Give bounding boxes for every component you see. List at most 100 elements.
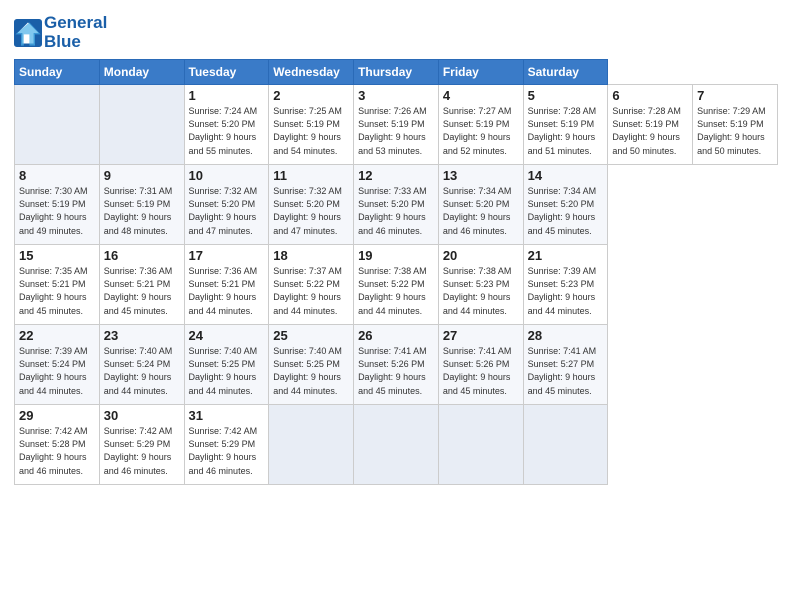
calendar-cell: 2Sunrise: 7:25 AMSunset: 5:19 PMDaylight… [269, 85, 354, 165]
calendar-cell [438, 405, 523, 485]
calendar-cell [269, 405, 354, 485]
day-number: 20 [443, 248, 519, 263]
day-number: 31 [189, 408, 265, 423]
day-info: Sunrise: 7:36 AMSunset: 5:21 PMDaylight:… [104, 265, 180, 317]
day-info: Sunrise: 7:38 AMSunset: 5:22 PMDaylight:… [358, 265, 434, 317]
day-info: Sunrise: 7:42 AMSunset: 5:29 PMDaylight:… [104, 425, 180, 477]
day-info: Sunrise: 7:35 AMSunset: 5:21 PMDaylight:… [19, 265, 95, 317]
day-number: 26 [358, 328, 434, 343]
day-number: 4 [443, 88, 519, 103]
day-info: Sunrise: 7:38 AMSunset: 5:23 PMDaylight:… [443, 265, 519, 317]
calendar-cell: 18 Sunrise: 7:37 AMSunset: 5:22 PMDayligh… [269, 245, 354, 325]
empty-cell [15, 85, 100, 165]
calendar-cell: 3 Sunrise: 7:26 AMSunset: 5:19 PMDaylight… [354, 85, 439, 165]
calendar-cell [354, 405, 439, 485]
day-info: Sunrise: 7:27 AMSunset: 5:19 PMDaylight:… [443, 105, 519, 157]
day-info: Sunrise: 7:34 AMSunset: 5:20 PMDaylight:… [528, 185, 604, 237]
day-number: 23 [104, 328, 180, 343]
calendar-cell: 15 Sunrise: 7:35 AMSunset: 5:21 PMDayligh… [15, 245, 100, 325]
day-info: Sunrise: 7:28 AMSunset: 5:19 PMDaylight:… [612, 105, 688, 157]
calendar-cell: 11 Sunrise: 7:32 AMSunset: 5:20 PMDayligh… [269, 165, 354, 245]
calendar-cell: 12 Sunrise: 7:33 AMSunset: 5:20 PMDayligh… [354, 165, 439, 245]
day-number: 24 [189, 328, 265, 343]
day-info: Sunrise: 7:32 AMSunset: 5:20 PMDaylight:… [273, 185, 349, 237]
calendar-cell: 8Sunrise: 7:30 AMSunset: 5:19 PMDaylight… [15, 165, 100, 245]
day-number: 28 [528, 328, 604, 343]
weekday-header: Thursday [354, 60, 439, 85]
day-info: Sunrise: 7:33 AMSunset: 5:20 PMDaylight:… [358, 185, 434, 237]
day-number: 15 [19, 248, 95, 263]
day-number: 27 [443, 328, 519, 343]
day-info: Sunrise: 7:40 AMSunset: 5:24 PMDaylight:… [104, 345, 180, 397]
calendar-cell: 29Sunrise: 7:42 AMSunset: 5:28 PMDayligh… [15, 405, 100, 485]
day-number: 19 [358, 248, 434, 263]
day-info: Sunrise: 7:31 AMSunset: 5:19 PMDaylight:… [104, 185, 180, 237]
calendar-week-row: 22 Sunrise: 7:39 AMSunset: 5:24 PMDayligh… [15, 325, 778, 405]
calendar-cell: 24Sunrise: 7:40 AMSunset: 5:25 PMDayligh… [184, 325, 269, 405]
day-info: Sunrise: 7:26 AMSunset: 5:19 PMDaylight:… [358, 105, 434, 157]
day-number: 12 [358, 168, 434, 183]
calendar-body: 1Sunrise: 7:24 AMSunset: 5:20 PMDaylight… [15, 85, 778, 485]
empty-cell [99, 85, 184, 165]
calendar-cell: 21 Sunrise: 7:39 AMSunset: 5:23 PMDayligh… [523, 245, 608, 325]
day-number: 21 [528, 248, 604, 263]
day-number: 6 [612, 88, 688, 103]
calendar-cell: 19 Sunrise: 7:38 AMSunset: 5:22 PMDayligh… [354, 245, 439, 325]
weekday-header: Friday [438, 60, 523, 85]
calendar-container: General Blue SundayMondayTuesdayWednesda… [0, 0, 792, 495]
day-info: Sunrise: 7:41 AMSunset: 5:26 PMDaylight:… [358, 345, 434, 397]
day-number: 25 [273, 328, 349, 343]
day-number: 29 [19, 408, 95, 423]
day-info: Sunrise: 7:41 AMSunset: 5:27 PMDaylight:… [528, 345, 604, 397]
calendar-cell: 13Sunrise: 7:34 AMSunset: 5:20 PMDayligh… [438, 165, 523, 245]
day-number: 9 [104, 168, 180, 183]
day-info: Sunrise: 7:34 AMSunset: 5:20 PMDaylight:… [443, 185, 519, 237]
calendar-cell: 23 Sunrise: 7:40 AMSunset: 5:24 PMDayligh… [99, 325, 184, 405]
day-info: Sunrise: 7:40 AMSunset: 5:25 PMDaylight:… [273, 345, 349, 397]
calendar-table: SundayMondayTuesdayWednesdayThursdayFrid… [14, 59, 778, 485]
calendar-cell: 7 Sunrise: 7:29 AMSunset: 5:19 PMDaylight… [693, 85, 778, 165]
day-info: Sunrise: 7:39 AMSunset: 5:23 PMDaylight:… [528, 265, 604, 317]
day-number: 3 [358, 88, 434, 103]
calendar-cell: 31Sunrise: 7:42 AMSunset: 5:29 PMDayligh… [184, 405, 269, 485]
header: General Blue [14, 10, 778, 51]
day-number: 30 [104, 408, 180, 423]
calendar-cell: 22 Sunrise: 7:39 AMSunset: 5:24 PMDayligh… [15, 325, 100, 405]
calendar-cell: 4 Sunrise: 7:27 AMSunset: 5:19 PMDaylight… [438, 85, 523, 165]
day-info: Sunrise: 7:29 AMSunset: 5:19 PMDaylight:… [697, 105, 773, 157]
logo: General Blue [14, 14, 107, 51]
day-number: 7 [697, 88, 773, 103]
weekday-header: Saturday [523, 60, 608, 85]
day-info: Sunrise: 7:36 AMSunset: 5:21 PMDaylight:… [189, 265, 265, 317]
day-info: Sunrise: 7:37 AMSunset: 5:22 PMDaylight:… [273, 265, 349, 317]
calendar-cell: 1Sunrise: 7:24 AMSunset: 5:20 PMDaylight… [184, 85, 269, 165]
calendar-cell: 9 Sunrise: 7:31 AMSunset: 5:19 PMDaylight… [99, 165, 184, 245]
calendar-cell: 27Sunrise: 7:41 AMSunset: 5:26 PMDayligh… [438, 325, 523, 405]
day-number: 11 [273, 168, 349, 183]
day-info: Sunrise: 7:28 AMSunset: 5:19 PMDaylight:… [528, 105, 604, 157]
calendar-cell: 5 Sunrise: 7:28 AMSunset: 5:19 PMDaylight… [523, 85, 608, 165]
day-number: 16 [104, 248, 180, 263]
calendar-week-row: 8Sunrise: 7:30 AMSunset: 5:19 PMDaylight… [15, 165, 778, 245]
weekday-header: Wednesday [269, 60, 354, 85]
calendar-cell: 25 Sunrise: 7:40 AMSunset: 5:25 PMDayligh… [269, 325, 354, 405]
day-number: 10 [189, 168, 265, 183]
day-number: 5 [528, 88, 604, 103]
day-info: Sunrise: 7:30 AMSunset: 5:19 PMDaylight:… [19, 185, 95, 237]
weekday-header: Sunday [15, 60, 100, 85]
calendar-cell: 26 Sunrise: 7:41 AMSunset: 5:26 PMDayligh… [354, 325, 439, 405]
logo-text: General Blue [44, 14, 107, 51]
calendar-week-row: 1Sunrise: 7:24 AMSunset: 5:20 PMDaylight… [15, 85, 778, 165]
weekday-header: Monday [99, 60, 184, 85]
logo-icon [14, 19, 42, 47]
calendar-cell: 10Sunrise: 7:32 AMSunset: 5:20 PMDayligh… [184, 165, 269, 245]
calendar-cell: 17Sunrise: 7:36 AMSunset: 5:21 PMDayligh… [184, 245, 269, 325]
day-number: 22 [19, 328, 95, 343]
day-number: 18 [273, 248, 349, 263]
day-info: Sunrise: 7:39 AMSunset: 5:24 PMDaylight:… [19, 345, 95, 397]
calendar-cell: 30 Sunrise: 7:42 AMSunset: 5:29 PMDayligh… [99, 405, 184, 485]
calendar-week-row: 15 Sunrise: 7:35 AMSunset: 5:21 PMDayligh… [15, 245, 778, 325]
day-number: 2 [273, 88, 349, 103]
calendar-cell: 6 Sunrise: 7:28 AMSunset: 5:19 PMDaylight… [608, 85, 693, 165]
day-number: 14 [528, 168, 604, 183]
